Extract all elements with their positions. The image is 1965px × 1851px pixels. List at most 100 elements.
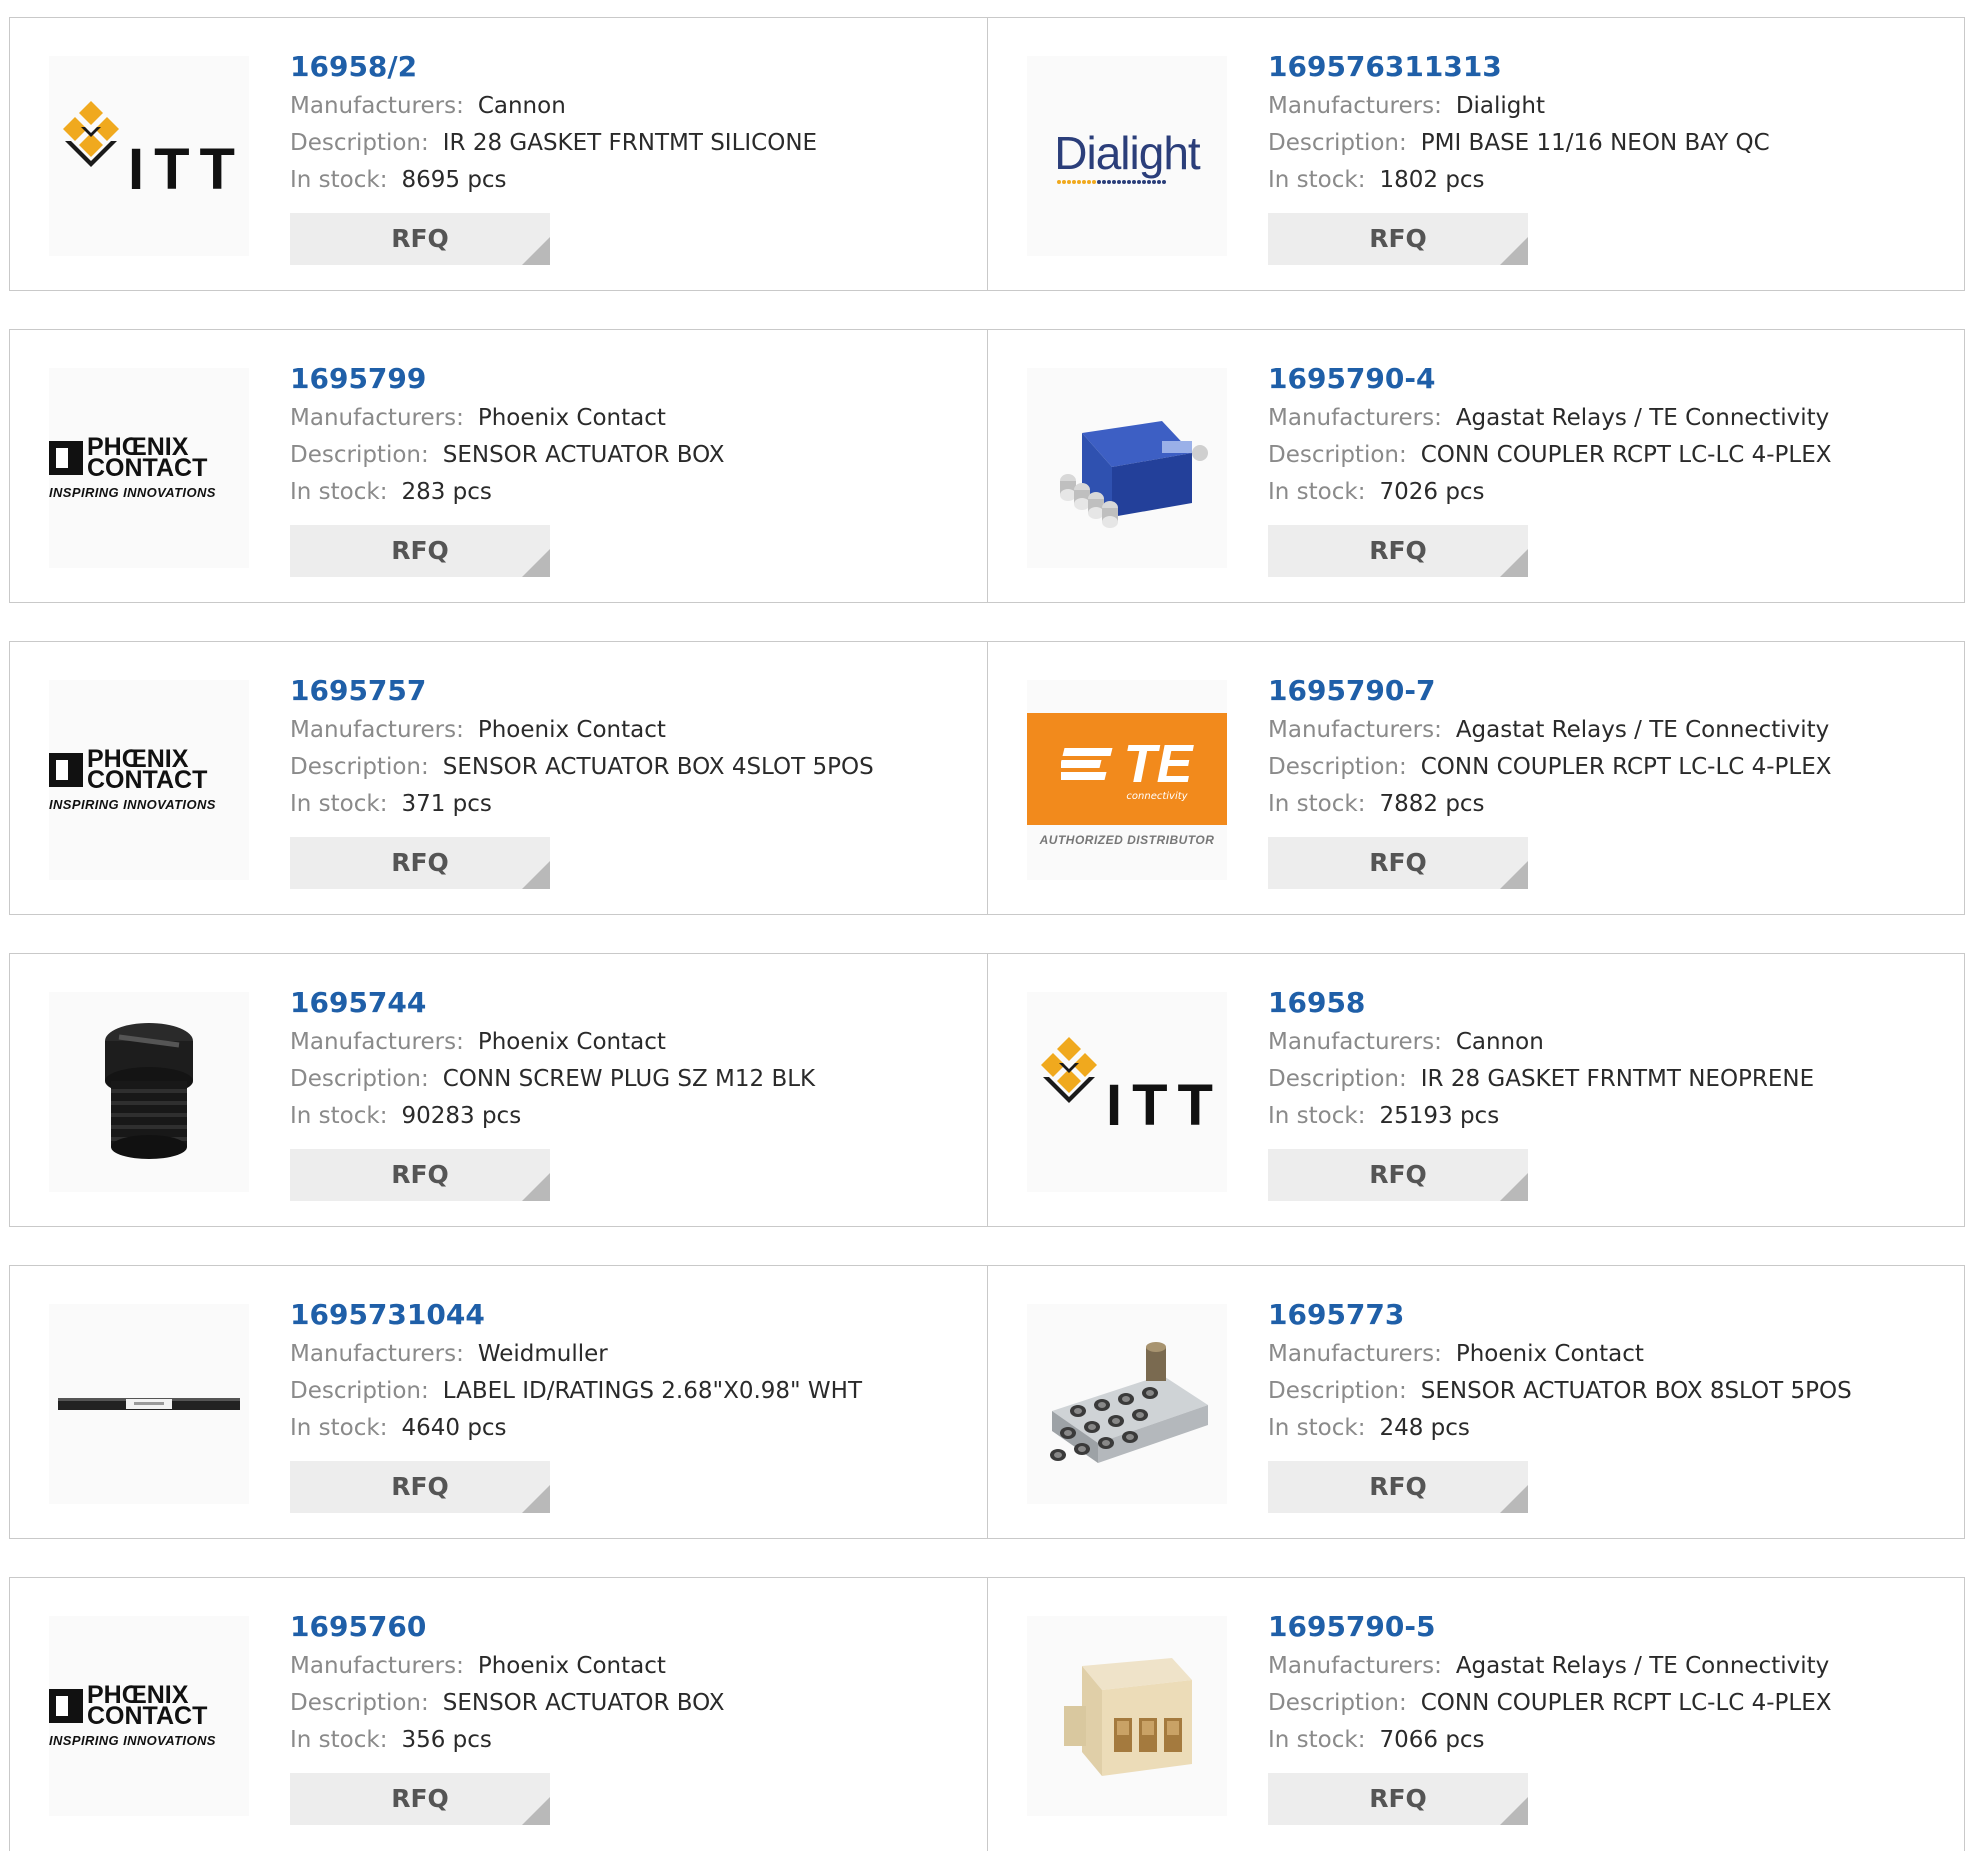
stock-field: In stock: 356 pcs xyxy=(290,1722,725,1759)
part-number-link[interactable]: 1695790-5 xyxy=(1268,1608,1832,1648)
stock-label: In stock: xyxy=(290,791,388,817)
description-field: Description: CONN COUPLER RCPT LC-LC 4-PL… xyxy=(1268,437,1832,474)
stock-field: In stock: 90283 pcs xyxy=(290,1098,815,1135)
stock-label: In stock: xyxy=(290,1103,388,1129)
rfq-button-label[interactable]: RFQ xyxy=(391,224,449,253)
corner-fold-icon xyxy=(522,237,550,265)
stock-value: 7066 pcs xyxy=(1379,1727,1485,1753)
rfq-button[interactable]: RFQ xyxy=(290,525,550,577)
description-field: Description: IR 28 GASKET FRNTMT SILICONE xyxy=(290,125,817,162)
rfq-button-label[interactable]: RFQ xyxy=(1369,536,1427,565)
product-thumbnail[interactable] xyxy=(1027,368,1227,568)
rfq-button-label[interactable]: RFQ xyxy=(1369,1784,1427,1813)
stock-value: 283 pcs xyxy=(401,479,492,505)
product-card: PHŒNIX CONTACT INSPIRING INNOVATIONS 169… xyxy=(10,1578,987,1851)
description-label: Description: xyxy=(1268,1378,1407,1404)
phoenix-contact-logo: PHŒNIX CONTACT INSPIRING INNOVATIONS xyxy=(49,1680,216,1748)
product-card: Dialight 169576311313 Manufacturers: Dial… xyxy=(987,18,1964,290)
rfq-button[interactable]: RFQ xyxy=(290,837,550,889)
manufacturer-field: Manufacturers: Phoenix Contact xyxy=(290,712,874,749)
rfq-button-label[interactable]: RFQ xyxy=(1369,224,1427,253)
part-number-link[interactable]: 16958/2 xyxy=(290,48,817,88)
rfq-button[interactable]: RFQ xyxy=(1268,1461,1528,1513)
rfq-button-label[interactable]: RFQ xyxy=(391,848,449,877)
stock-label: In stock: xyxy=(1268,791,1366,817)
product-info: 1695731044 Manufacturers: Weidmuller Desc… xyxy=(290,1296,862,1513)
description-value: CONN COUPLER RCPT LC-LC 4-PLEX xyxy=(1420,1690,1832,1716)
stock-value: 90283 pcs xyxy=(401,1103,522,1129)
manufacturer-label: Manufacturers: xyxy=(290,1653,464,1679)
product-thumbnail[interactable] xyxy=(1027,1616,1227,1816)
stock-field: In stock: 7026 pcs xyxy=(1268,474,1832,511)
stock-field: In stock: 25193 pcs xyxy=(1268,1098,1814,1135)
part-number-link[interactable]: 1695760 xyxy=(290,1608,725,1648)
stock-value: 7026 pcs xyxy=(1379,479,1485,505)
rfq-button[interactable]: RFQ xyxy=(1268,525,1528,577)
rfq-button-label[interactable]: RFQ xyxy=(1369,1472,1427,1501)
rfq-button[interactable]: RFQ xyxy=(1268,213,1528,265)
corner-fold-icon xyxy=(522,1485,550,1513)
rfq-button-label[interactable]: RFQ xyxy=(1369,848,1427,877)
description-value: SENSOR ACTUATOR BOX 4SLOT 5POS xyxy=(442,754,874,780)
stock-value: 1802 pcs xyxy=(1379,167,1485,193)
product-thumbnail[interactable]: ITT xyxy=(49,56,249,256)
rfq-button[interactable]: RFQ xyxy=(290,1461,550,1513)
rfq-button[interactable]: RFQ xyxy=(1268,1149,1528,1201)
part-number-link[interactable]: 1695799 xyxy=(290,360,725,400)
description-value: CONN COUPLER RCPT LC-LC 4-PLEX xyxy=(1420,754,1832,780)
stock-value: 7882 pcs xyxy=(1379,791,1485,817)
rfq-button[interactable]: RFQ xyxy=(1268,837,1528,889)
rfq-button-label[interactable]: RFQ xyxy=(391,1160,449,1189)
corner-fold-icon xyxy=(522,1797,550,1825)
part-number-link[interactable]: 16958 xyxy=(1268,984,1814,1024)
rfq-button-label[interactable]: RFQ xyxy=(1369,1160,1427,1189)
stock-label: In stock: xyxy=(1268,1727,1366,1753)
corner-fold-icon xyxy=(522,861,550,889)
product-thumbnail[interactable]: ITT xyxy=(1027,992,1227,1192)
stock-value: 356 pcs xyxy=(401,1727,492,1753)
rfq-button[interactable]: RFQ xyxy=(290,1149,550,1201)
part-number-link[interactable]: 1695744 xyxy=(290,984,815,1024)
product-thumbnail[interactable]: PHŒNIX CONTACT INSPIRING INNOVATIONS xyxy=(49,1616,249,1816)
manufacturer-value: Phoenix Contact xyxy=(477,405,666,431)
product-card: PHŒNIX CONTACT INSPIRING INNOVATIONS 169… xyxy=(10,330,987,602)
description-field: Description: SENSOR ACTUATOR BOX xyxy=(290,437,725,474)
product-thumbnail[interactable]: Dialight xyxy=(1027,56,1227,256)
description-value: IR 28 GASKET FRNTMT SILICONE xyxy=(442,130,818,156)
product-thumbnail[interactable]: PHŒNIX CONTACT INSPIRING INNOVATIONS xyxy=(49,680,249,880)
part-number-link[interactable]: 1695773 xyxy=(1268,1296,1852,1336)
rfq-button[interactable]: RFQ xyxy=(290,1773,550,1825)
product-thumbnail[interactable] xyxy=(49,1304,249,1504)
part-number-link[interactable]: 1695731044 xyxy=(290,1296,862,1336)
part-number-link[interactable]: 1695790-7 xyxy=(1268,672,1832,712)
product-thumbnail[interactable] xyxy=(49,992,249,1192)
stock-label: In stock: xyxy=(1268,1415,1366,1441)
part-number-link[interactable]: 169576311313 xyxy=(1268,48,1770,88)
manufacturer-label: Manufacturers: xyxy=(290,1341,464,1367)
manufacturer-label: Manufacturers: xyxy=(290,93,464,119)
rfq-button-label[interactable]: RFQ xyxy=(391,536,449,565)
product-card: 1695790-4 Manufacturers: Agastat Relays /… xyxy=(987,330,1964,602)
stock-value: 371 pcs xyxy=(401,791,492,817)
description-field: Description: PMI BASE 11/16 NEON BAY QC xyxy=(1268,125,1770,162)
rfq-button-label[interactable]: RFQ xyxy=(391,1472,449,1501)
manufacturer-label: Manufacturers: xyxy=(290,405,464,431)
product-thumbnail[interactable]: PHŒNIX CONTACT INSPIRING INNOVATIONS xyxy=(49,368,249,568)
manufacturer-field: Manufacturers: Phoenix Contact xyxy=(290,400,725,437)
description-value: SENSOR ACTUATOR BOX xyxy=(442,1690,725,1716)
rfq-button[interactable]: RFQ xyxy=(1268,1773,1528,1825)
description-label: Description: xyxy=(290,1378,429,1404)
rfq-button-label[interactable]: RFQ xyxy=(391,1784,449,1813)
product-row: ITT 16958/2 Manufacturers: Cannon Descrip… xyxy=(9,17,1965,291)
product-thumbnail[interactable]: TE connectivity AUTHORIZED DISTRIBUTOR xyxy=(1027,680,1227,880)
part-number-link[interactable]: 1695757 xyxy=(290,672,874,712)
rfq-button[interactable]: RFQ xyxy=(290,213,550,265)
part-number-link[interactable]: 1695790-4 xyxy=(1268,360,1832,400)
description-field: Description: SENSOR ACTUATOR BOX 8SLOT 5P… xyxy=(1268,1373,1852,1410)
corner-fold-icon xyxy=(1500,549,1528,577)
product-info: 1695790-4 Manufacturers: Agastat Relays /… xyxy=(1268,360,1832,577)
product-thumbnail[interactable] xyxy=(1027,1304,1227,1504)
blue-lc-coupler-image xyxy=(1060,421,1208,528)
manufacturer-field: Manufacturers: Phoenix Contact xyxy=(290,1648,725,1685)
description-value: CONN SCREW PLUG SZ M12 BLK xyxy=(442,1066,816,1092)
